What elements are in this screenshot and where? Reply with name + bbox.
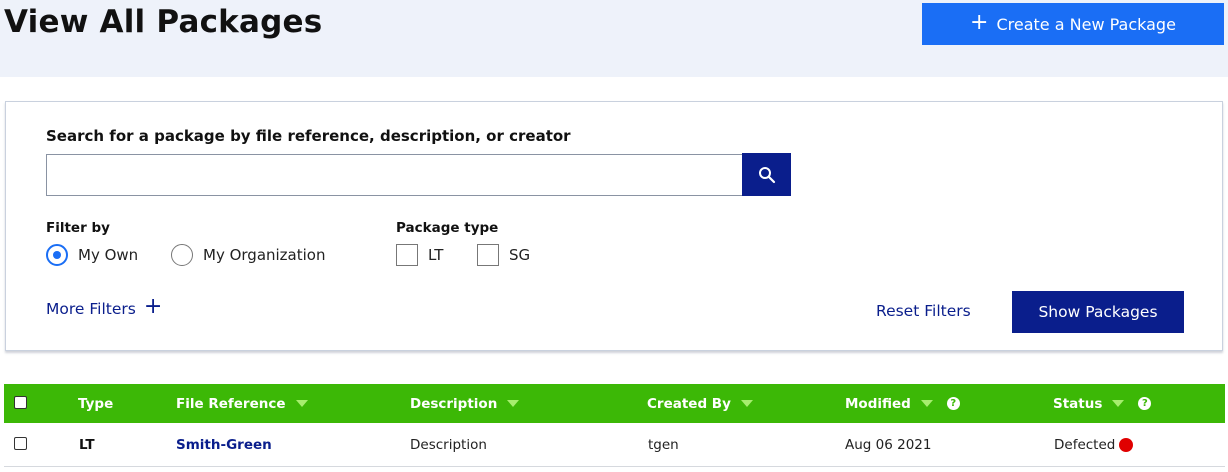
sort-down-icon — [920, 400, 933, 407]
reset-filters-link[interactable]: Reset Filters — [876, 302, 971, 320]
cell-file-reference-link[interactable]: Smith-Green — [176, 423, 272, 467]
table-header: Type File Reference Description Created … — [4, 384, 1225, 423]
column-header-file-reference-label: File Reference — [176, 395, 286, 412]
type-lt-label: LT — [428, 246, 444, 264]
column-header-created-by-label: Created By — [647, 395, 731, 412]
column-header-type-label: Type — [78, 395, 114, 412]
column-header-status-label: Status — [1053, 395, 1103, 412]
radio-unselected-icon — [171, 244, 193, 266]
plus-icon: + — [143, 294, 163, 319]
cell-modified: Aug 06 2021 — [845, 437, 932, 453]
sort-down-icon — [507, 400, 520, 407]
search-button[interactable] — [742, 153, 791, 196]
type-lt-checkbox[interactable]: LT — [396, 244, 443, 266]
create-package-label: Create a New Package — [996, 14, 1176, 34]
row-select-checkbox[interactable] — [14, 437, 27, 450]
cell-description: Description — [410, 437, 487, 453]
search-panel: Search for a package by file reference, … — [5, 101, 1223, 351]
checkbox-icon — [396, 244, 418, 266]
cell-status: Defected — [1054, 423, 1134, 467]
page-title: View All Packages — [4, 4, 323, 40]
column-header-type: Type — [78, 384, 113, 423]
table-row: LT Smith-Green Description tgen Aug 06 2… — [4, 423, 1225, 467]
filter-my-organization-radio[interactable]: My Organization — [171, 244, 325, 266]
show-packages-button[interactable]: Show Packages — [1012, 291, 1184, 333]
search-label: Search for a package by file reference, … — [46, 127, 571, 145]
column-header-modified-label: Modified — [845, 395, 911, 412]
radio-selected-icon — [46, 244, 68, 266]
filter-by-label: Filter by — [46, 220, 110, 236]
more-filters-label: More Filters — [46, 300, 136, 318]
column-header-description-label: Description — [410, 395, 498, 412]
filter-my-organization-label: My Organization — [203, 246, 326, 264]
plus-icon: + — [970, 9, 989, 35]
column-header-description[interactable]: Description — [410, 384, 520, 423]
sort-down-icon — [1112, 400, 1125, 407]
cell-type: LT — [79, 437, 95, 453]
cell-status-label: Defected — [1054, 437, 1116, 453]
sort-down-icon — [295, 400, 308, 407]
package-type-label: Package type — [396, 220, 499, 236]
checkbox-icon — [477, 244, 499, 266]
type-sg-label: SG — [509, 246, 531, 264]
type-sg-checkbox[interactable]: SG — [477, 244, 530, 266]
column-header-status[interactable]: Status ? — [1053, 384, 1152, 423]
filter-my-own-radio[interactable]: My Own — [46, 244, 138, 266]
select-all-checkbox[interactable] — [14, 396, 27, 409]
filter-my-own-label: My Own — [78, 246, 139, 264]
more-filters-button[interactable]: More Filters + — [46, 296, 162, 319]
help-icon[interactable]: ? — [946, 397, 960, 410]
column-header-created-by[interactable]: Created By — [647, 384, 753, 423]
sort-down-icon — [740, 400, 753, 407]
create-package-button[interactable]: + Create a New Package — [922, 3, 1224, 45]
cell-created-by: tgen — [648, 437, 679, 453]
help-icon[interactable]: ? — [1138, 397, 1152, 410]
search-icon — [758, 166, 775, 183]
column-header-file-reference[interactable]: File Reference — [176, 384, 308, 423]
status-dot-icon — [1119, 438, 1134, 452]
search-input[interactable] — [46, 154, 743, 196]
column-header-modified[interactable]: Modified ? — [845, 384, 960, 423]
